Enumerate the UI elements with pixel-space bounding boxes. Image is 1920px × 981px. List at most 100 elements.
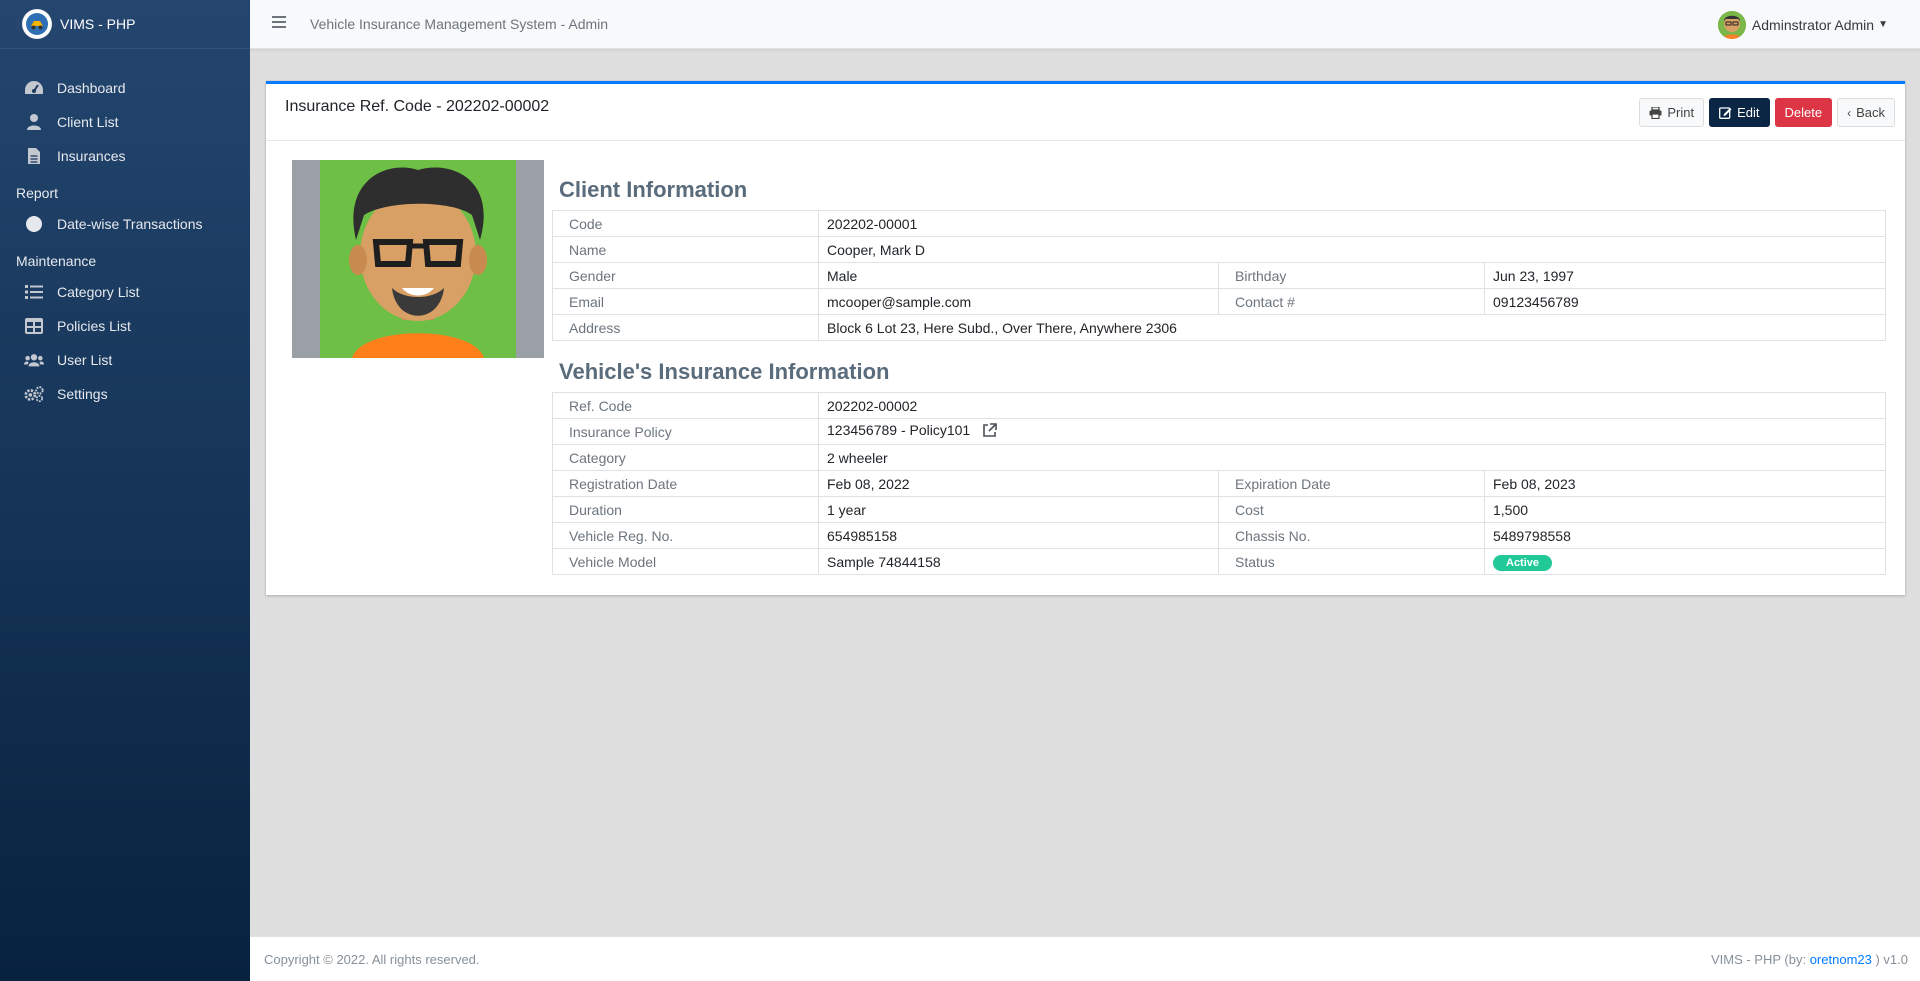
table-row: Insurance Policy 123456789 - Policy101 (552, 418, 1886, 445)
sidebar-item-label: Policies List (57, 318, 131, 334)
vehicle-info-table: Ref. Code 202202-00002 Insurance Policy … (552, 392, 1886, 575)
copyright-text: Copyright © 2022. All rights reserved. (264, 951, 480, 967)
vehicle-reg-no-value: 654985158 (818, 522, 1219, 549)
code-label: Code (552, 210, 819, 237)
delete-button[interactable]: Delete (1774, 98, 1833, 127)
back-button[interactable]: ‹ Back (1837, 98, 1895, 127)
client-birthday: Jun 23, 1997 (1484, 262, 1886, 289)
vehicle-reg-no-label: Vehicle Reg. No. (552, 522, 819, 549)
client-info-table: Code 202202-00001 Name Cooper, Mark D Ge… (552, 210, 1886, 341)
credit: VIMS - PHP (by: oretnom23 ) v1.0 (1711, 952, 1908, 967)
duration-label: Duration (552, 496, 819, 523)
sidebar-item-client-list[interactable]: Client List (0, 105, 250, 139)
table-row: Vehicle Reg. No. 654985158 Chassis No. 5… (552, 522, 1886, 549)
user-icon (24, 113, 44, 131)
print-button-label: Print (1667, 105, 1695, 120)
table-row: Registration Date Feb 08, 2022 Expiratio… (552, 470, 1886, 497)
table-row: Duration 1 year Cost 1,500 (552, 496, 1886, 523)
print-button[interactable]: Print (1639, 98, 1705, 127)
duration-value: 1 year (818, 496, 1219, 523)
status-badge: Active (1493, 554, 1553, 571)
file-icon (24, 147, 44, 165)
category-label: Category (552, 444, 819, 471)
address-label: Address (552, 314, 819, 341)
vehicle-model-value: Sample 74844158 (818, 548, 1219, 575)
author-link[interactable]: oretnom23 (1810, 952, 1872, 967)
expiration-date-label: Expiration Date (1218, 470, 1485, 497)
cost-value: 1,500 (1484, 496, 1886, 523)
brand[interactable]: VIMS - PHP (0, 0, 250, 49)
insurance-policy-label: Insurance Policy (552, 418, 819, 445)
card-header: Insurance Ref. Code - 202202-00002 Print… (266, 84, 1905, 141)
external-link-icon[interactable] (982, 422, 997, 441)
edit-icon (1719, 107, 1732, 119)
credit-prefix: VIMS - PHP (by: (1710, 951, 1807, 967)
sidebar-item-user-list[interactable]: User List (0, 343, 250, 377)
user-dropdown[interactable]: Adminstrator Admin ▼ (1717, 0, 1888, 49)
client-code: 202202-00001 (818, 210, 1886, 237)
sidebar-item-label: Insurances (57, 148, 126, 164)
expiration-date-value: Feb 08, 2023 (1484, 470, 1886, 497)
edit-button-label: Edit (1737, 105, 1760, 120)
gender-label: Gender (552, 262, 819, 289)
caret-down-icon: ▼ (1878, 19, 1888, 30)
table-row: Email mcooper@sample.com Contact # 09123… (552, 288, 1886, 315)
sidebar-item-label: Settings (57, 386, 108, 402)
print-icon (1649, 106, 1662, 119)
birthday-label: Birthday (1218, 262, 1485, 289)
client-address: Block 6 Lot 23, Here Subd., Over There, … (818, 314, 1886, 341)
client-gender: Male (818, 262, 1219, 289)
category-value: 2 wheeler (818, 444, 1886, 471)
sidebar-item-category-list[interactable]: Category List (0, 275, 250, 309)
sidebar: VIMS - PHP Dashboard Client List Insuran… (0, 0, 250, 981)
ref-code-value: 202202-00002 (818, 392, 1886, 419)
system-title: Vehicle Insurance Management System - Ad… (310, 16, 609, 32)
gears-icon (24, 385, 44, 403)
registration-date-label: Registration Date (552, 470, 819, 497)
contact-label: Contact # (1218, 288, 1485, 315)
insurance-detail-card: Insurance Ref. Code - 202202-00002 Print… (266, 81, 1905, 595)
top-navbar: Vehicle Insurance Management System - Ad… (250, 0, 1920, 49)
registration-date-value: Feb 08, 2022 (818, 470, 1219, 497)
sidebar-item-label: Client List (57, 114, 119, 130)
insurance-policy-value: 123456789 - Policy101 (827, 422, 971, 439)
sidebar-item-date-wise-transactions[interactable]: Date-wise Transactions (0, 207, 250, 241)
chassis-no-value: 5489798558 (1484, 522, 1886, 549)
sidebar-item-policies-list[interactable]: Policies List (0, 309, 250, 343)
insurance-policy-cell: 123456789 - Policy101 (818, 418, 1886, 445)
client-email: mcooper@sample.com (818, 288, 1219, 315)
ref-code-label: Ref. Code (552, 392, 819, 419)
credit-suffix: ) v1.0 (1875, 951, 1908, 967)
chevron-left-icon: ‹ (1847, 105, 1852, 120)
sidebar-nav: Dashboard Client List Insurances Report … (0, 49, 250, 411)
avatar (1717, 10, 1746, 39)
user-name: Adminstrator Admin (1751, 16, 1875, 33)
status-cell: Active (1484, 548, 1886, 575)
sidebar-item-label: Date-wise Transactions (57, 216, 203, 232)
list-icon (24, 283, 44, 301)
table-row: Category 2 wheeler (552, 444, 1886, 471)
sidebar-item-label: Category List (57, 284, 140, 300)
table-row: Code 202202-00001 (552, 210, 1886, 237)
card-tools: Print Edit Delete ‹ Back (1639, 98, 1895, 127)
sidebar-item-insurances[interactable]: Insurances (0, 139, 250, 173)
delete-button-label: Delete (1784, 105, 1823, 120)
sidebar-item-dashboard[interactable]: Dashboard (0, 71, 250, 105)
client-photo (292, 160, 544, 358)
hamburger-menu-icon[interactable] (272, 15, 288, 33)
cost-label: Cost (1218, 496, 1485, 523)
circle-icon (24, 215, 44, 233)
users-icon (24, 351, 44, 369)
status-label: Status (1218, 548, 1485, 575)
sidebar-item-settings[interactable]: Settings (0, 377, 250, 411)
dashboard-icon (24, 79, 44, 97)
client-contact: 09123456789 (1484, 288, 1886, 315)
back-button-label: Back (1856, 105, 1885, 120)
edit-button[interactable]: Edit (1709, 98, 1770, 127)
table-row: Ref. Code 202202-00002 (552, 392, 1886, 419)
table-icon (24, 317, 44, 335)
sidebar-item-label: User List (57, 352, 113, 368)
vehicle-model-label: Vehicle Model (552, 548, 819, 575)
brand-logo-icon (22, 9, 52, 39)
footer: Copyright © 2022. All rights reserved. V… (250, 936, 1920, 981)
